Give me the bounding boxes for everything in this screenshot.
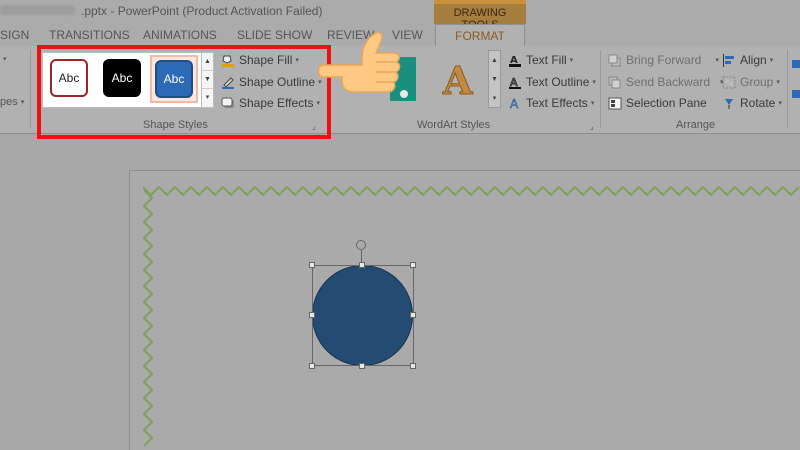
selection-pane-icon [608, 97, 622, 110]
align-button[interactable]: Align ▾ [722, 53, 773, 67]
rotate-button[interactable]: Rotate ▾ [722, 96, 782, 110]
bring-forward-icon [608, 54, 622, 67]
bring-forward-button[interactable]: Bring Forward ▾ [608, 53, 719, 67]
resize-handle[interactable] [410, 363, 416, 369]
left-partial-caret[interactable]: ▾ [0, 55, 7, 63]
group-button[interactable]: Group ▾ [722, 75, 780, 89]
wordart-preset-gold[interactable]: A [442, 58, 473, 104]
ribbon-divider [30, 50, 31, 128]
text-outline-button[interactable]: A Text Outline ▾ [508, 75, 596, 89]
left-partial-label[interactable]: pes ▾ [0, 96, 24, 108]
text-outline-icon: A [508, 75, 522, 89]
selection-pane-button[interactable]: Selection Pane [608, 96, 707, 110]
resize-handle[interactable] [309, 262, 315, 268]
ribbon-divider [600, 50, 601, 128]
wordart-styles-group-label: WordArt Styles [417, 119, 491, 131]
tab-animations[interactable]: ANIMATIONS [143, 28, 217, 42]
selection-box [312, 265, 414, 366]
pointing-hand-icon [318, 31, 401, 93]
slide-zigzag-border-top [143, 185, 800, 197]
wordart-down-arrow-icon[interactable]: ▼ [489, 70, 500, 89]
size-partial-icon[interactable] [792, 60, 800, 68]
send-backward-button[interactable]: Send Backward ▾ [608, 75, 724, 89]
slide-canvas[interactable] [129, 170, 800, 450]
wordart-gallery-scroll: ▲ ▼ ▾ [488, 50, 501, 108]
send-backward-icon [608, 76, 622, 89]
resize-handle[interactable] [359, 262, 365, 268]
group-icon [722, 76, 736, 89]
resize-handle[interactable] [309, 312, 315, 318]
resize-handle[interactable] [410, 262, 416, 268]
tab-design[interactable]: SIGN [0, 28, 29, 42]
text-effects-icon: A [508, 96, 522, 111]
wordart-more-icon[interactable]: ▾ [489, 89, 500, 108]
shape-styles-highlight-box [37, 45, 331, 139]
resize-handle[interactable] [359, 363, 365, 369]
wordart-up-arrow-icon[interactable]: ▲ [489, 51, 500, 70]
title-bar: .pptx - PowerPoint (Product Activation F… [0, 0, 800, 24]
text-effects-button[interactable]: A Text Effects ▾ [508, 96, 595, 111]
svg-text:A: A [510, 97, 519, 110]
drawing-tools-context-label: DRAWING TOOLS [434, 0, 526, 31]
rotate-icon [722, 97, 736, 110]
ribbon-divider [787, 50, 788, 128]
text-fill-icon: A [508, 54, 522, 67]
slide-zigzag-border-left [142, 190, 154, 447]
tab-slide-show[interactable]: SLIDE SHOW [237, 28, 312, 42]
align-icon [722, 53, 736, 67]
tab-format[interactable]: FORMAT [435, 24, 525, 47]
blurred-filename [0, 5, 75, 15]
rotate-handle-icon[interactable] [356, 240, 366, 250]
text-fill-button[interactable]: A Text Fill ▾ [508, 53, 573, 67]
wordart-styles-launcher-icon[interactable]: ⌟ [590, 122, 594, 131]
size-partial-icon[interactable] [792, 90, 800, 98]
resize-handle[interactable] [309, 363, 315, 369]
window-title: .pptx - PowerPoint (Product Activation F… [0, 4, 322, 18]
resize-handle[interactable] [410, 312, 416, 318]
arrange-group-label: Arrange [676, 119, 716, 131]
tab-transitions[interactable]: TRANSITIONS [49, 28, 130, 42]
